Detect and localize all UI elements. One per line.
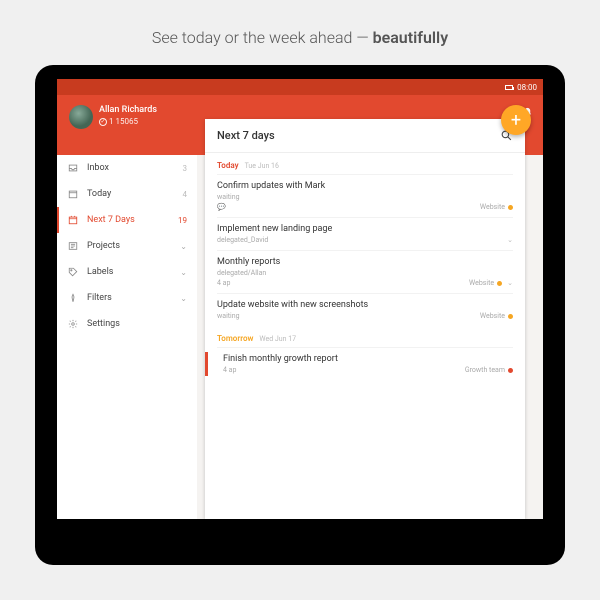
task-label: delegated_David [217, 236, 268, 244]
tagline-text: See today or the week ahead — [152, 28, 373, 47]
week-icon [67, 215, 79, 225]
gear-icon [67, 319, 79, 329]
screen: 08:00 Allan Richards ✓ 1 15065 [57, 79, 543, 519]
inbox-icon [67, 163, 79, 173]
project-dot-icon [508, 205, 513, 210]
task-project: Website⌄ [469, 279, 513, 287]
tagline-emphasis: beautifully [373, 28, 449, 47]
task-project: Website [480, 203, 513, 211]
karma-row: ✓ 1 15065 [99, 117, 157, 127]
task-title: Monthly reports [217, 257, 513, 267]
filters-icon [67, 293, 79, 303]
project-dot-icon [508, 314, 513, 319]
project-dot-icon [508, 368, 513, 373]
content-layout: Inbox 3 Today 4 Next 7 Days 19 [57, 155, 543, 519]
main-panel: Next 7 days + Today Tue Jun 16 Confirm u… [197, 155, 543, 519]
task-meta: delegated_David [217, 236, 513, 244]
task-title: Implement new landing page [217, 224, 513, 234]
chevron-down-icon: ⌄ [180, 268, 187, 277]
task-expand[interactable]: ⌄ [505, 236, 513, 244]
sidebar-item-labels[interactable]: Labels ⌄ [57, 259, 197, 285]
task-row[interactable]: Finish monthly growth report 4 ap Growth… [217, 347, 513, 380]
task-card: Next 7 days + Today Tue Jun 16 Confirm u… [205, 119, 525, 519]
task-row[interactable]: Confirm updates with Mark waiting 💬 Webs… [217, 174, 513, 217]
task-title: Update website with new screenshots [217, 300, 513, 310]
sidebar-item-count: 3 [183, 164, 188, 173]
task-title: Confirm updates with Mark [217, 181, 513, 191]
day-header-tomorrow: Tomorrow Wed Jun 17 [217, 326, 513, 347]
task-meta: waiting [217, 312, 513, 320]
task-meta: waiting [217, 193, 513, 201]
projects-icon [67, 241, 79, 251]
sidebar-item-settings[interactable]: Settings [57, 311, 197, 337]
task-row[interactable]: Implement new landing page delegated_Dav… [217, 217, 513, 250]
karma-points: 1 15065 [109, 117, 138, 127]
labels-icon [67, 267, 79, 277]
avatar[interactable] [69, 105, 93, 129]
sidebar-item-filters[interactable]: Filters ⌄ [57, 285, 197, 311]
sidebar-item-count: 19 [178, 216, 187, 225]
add-task-button[interactable]: + [501, 105, 531, 135]
tablet-frame: 08:00 Allan Richards ✓ 1 15065 [35, 65, 565, 565]
day-name: Today [217, 161, 239, 170]
battery-icon [505, 85, 513, 90]
comment-icon: 💬 [217, 203, 226, 211]
status-bar: 08:00 [57, 79, 543, 95]
task-list[interactable]: Today Tue Jun 16 Confirm updates with Ma… [205, 153, 525, 519]
day-name: Tomorrow [217, 334, 253, 343]
sidebar-item-label: Filters [87, 293, 180, 303]
task-label: waiting [217, 312, 240, 320]
task-meta: delegated/Allan [217, 269, 513, 277]
user-name: Allan Richards [99, 105, 157, 117]
sidebar-item-label: Projects [87, 241, 180, 251]
day-header-today: Today Tue Jun 16 [217, 153, 513, 174]
task-title: Finish monthly growth report [223, 354, 513, 364]
task-row[interactable]: Monthly reports delegated/Allan 4 ap Web… [217, 250, 513, 293]
sidebar-item-next7days[interactable]: Next 7 Days 19 [57, 207, 197, 233]
task-project: Growth team [465, 366, 513, 374]
task-label: 4 ap [223, 366, 236, 374]
sidebar-item-today[interactable]: Today 4 [57, 181, 197, 207]
clock: 08:00 [517, 83, 537, 92]
chevron-down-icon: ⌄ [507, 279, 513, 287]
today-icon [67, 189, 79, 199]
priority-indicator [205, 352, 208, 376]
card-title: Next 7 days [217, 129, 500, 142]
karma-icon: ✓ [99, 118, 107, 126]
chevron-down-icon: ⌄ [180, 294, 187, 303]
sidebar-item-label: Settings [87, 319, 187, 329]
project-dot-icon [497, 281, 502, 286]
task-label: waiting [217, 193, 240, 201]
task-project: Website [480, 312, 513, 320]
task-row[interactable]: Update website with new screenshots wait… [217, 293, 513, 326]
sidebar-item-label: Labels [87, 267, 180, 277]
user-block[interactable]: Allan Richards ✓ 1 15065 [99, 105, 157, 127]
sidebar: Inbox 3 Today 4 Next 7 Days 19 [57, 155, 197, 519]
sidebar-item-inbox[interactable]: Inbox 3 [57, 155, 197, 181]
sidebar-item-label: Today [87, 189, 183, 199]
task-label: delegated/Allan [217, 269, 266, 277]
day-date: Wed Jun 17 [259, 335, 296, 343]
sidebar-item-projects[interactable]: Projects ⌄ [57, 233, 197, 259]
sidebar-item-count: 4 [183, 190, 188, 199]
day-date: Tue Jun 16 [245, 162, 279, 170]
marketing-tagline: See today or the week ahead — beautifull… [0, 0, 600, 65]
chevron-down-icon: ⌄ [180, 242, 187, 251]
sidebar-item-label: Inbox [87, 163, 183, 173]
card-header: Next 7 days [205, 119, 525, 153]
chevron-down-icon: ⌄ [507, 236, 513, 244]
sidebar-item-label: Next 7 Days [87, 215, 178, 225]
